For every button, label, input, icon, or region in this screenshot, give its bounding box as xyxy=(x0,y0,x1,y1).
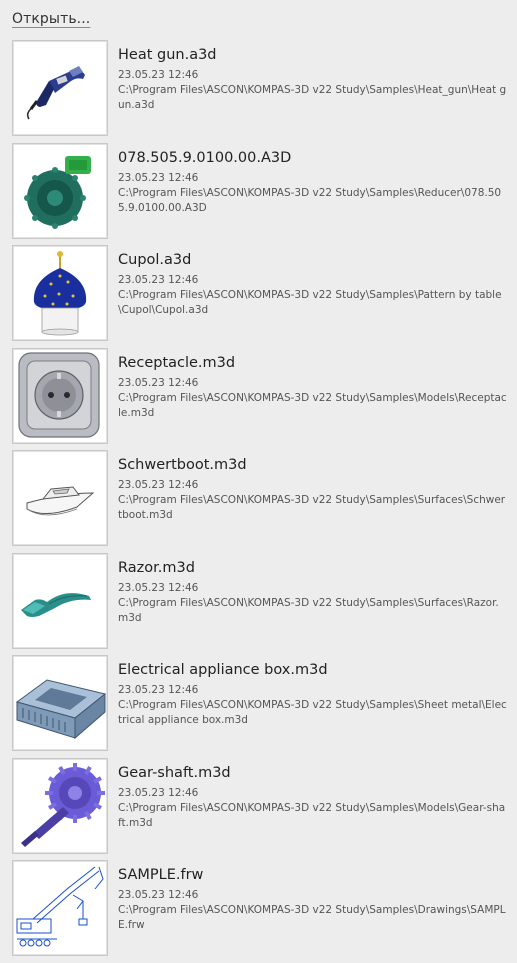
recent-files-list: Heat gun.a3d 23.05.23 12:46 C:\Program F… xyxy=(12,40,512,963)
file-date: 23.05.23 12:46 xyxy=(118,889,199,901)
file-name: Receptacle.m3d xyxy=(118,354,236,371)
file-path: C:\Program Files\ASCON\KOMPAS-3D v22 Stu… xyxy=(118,801,506,829)
heat-gun-thumbnail xyxy=(12,40,108,136)
razor-thumbnail xyxy=(12,552,108,649)
recent-file-item[interactable]: Cupol.a3d 23.05.23 12:46 C:\Program File… xyxy=(12,245,512,348)
file-date: 23.05.23 12:46 xyxy=(118,171,199,184)
recent-file-item[interactable]: Receptacle.m3d 23.05.23 12:46 C:\Program… xyxy=(12,347,512,451)
cupola-thumbnail xyxy=(12,245,108,341)
file-path: C:\Program Files\ASCON\KOMPAS-3D v22 Stu… xyxy=(118,186,502,214)
recent-file-item[interactable]: Razor.m3d 23.05.23 12:46 C:\Program File… xyxy=(12,552,512,656)
recent-file-item[interactable]: Heat gun.a3d 23.05.23 12:46 C:\Program F… xyxy=(12,40,512,143)
file-name: Electrical appliance box.m3d xyxy=(118,662,328,678)
file-path: C:\Program Files\ASCON\KOMPAS-3D v22 Stu… xyxy=(118,494,506,521)
file-date: 23.05.23 12:46 xyxy=(118,479,199,491)
file-path: C:\Program Files\ASCON\KOMPAS-3D v22 Stu… xyxy=(118,904,506,931)
appliance-box-thumbnail xyxy=(12,655,108,751)
file-name: Razor.m3d xyxy=(118,559,195,576)
drawing-thumbnail xyxy=(12,860,108,956)
file-name: Heat gun.a3d xyxy=(118,47,217,63)
file-path: C:\Program Files\ASCON\KOMPAS-3D v22 Stu… xyxy=(118,289,502,316)
recent-file-item[interactable]: Schwertboot.m3d 23.05.23 12:46 C:\Progra… xyxy=(12,450,512,553)
file-date: 23.05.23 12:46 xyxy=(118,376,199,389)
recent-file-item[interactable]: 078.505.9.0100.00.A3D 23.05.23 12:46 C:\… xyxy=(12,142,512,246)
recent-file-item[interactable]: Gear-shaft.m3d 23.05.23 12:46 C:\Program… xyxy=(12,757,512,861)
file-name: Cupol.a3d xyxy=(118,252,192,268)
reducer-thumbnail xyxy=(12,142,108,239)
file-path: C:\Program Files\ASCON\KOMPAS-3D v22 Stu… xyxy=(118,596,499,624)
file-path: C:\Program Files\ASCON\KOMPAS-3D v22 Stu… xyxy=(118,84,507,111)
gear-shaft-thumbnail xyxy=(12,757,108,854)
file-date: 23.05.23 12:46 xyxy=(118,274,199,286)
boat-thumbnail xyxy=(12,450,108,546)
file-name: Schwertboot.m3d xyxy=(118,457,247,473)
open-file-link[interactable]: Открыть... xyxy=(12,11,90,27)
file-name: 078.505.9.0100.00.A3D xyxy=(118,149,292,166)
file-date: 23.05.23 12:46 xyxy=(118,786,199,799)
file-name: SAMPLE.frw xyxy=(118,867,204,883)
recent-file-item[interactable]: SAMPLE.frw 23.05.23 12:46 C:\Program Fil… xyxy=(12,860,512,963)
file-date: 23.05.23 12:46 xyxy=(118,581,199,594)
file-date: 23.05.23 12:46 xyxy=(118,69,199,81)
file-path: C:\Program Files\ASCON\KOMPAS-3D v22 Stu… xyxy=(118,391,507,419)
file-name: Gear-shaft.m3d xyxy=(118,764,231,781)
file-path: C:\Program Files\ASCON\KOMPAS-3D v22 Stu… xyxy=(118,699,507,726)
recent-file-item[interactable]: Electrical appliance box.m3d 23.05.23 12… xyxy=(12,655,512,758)
receptacle-thumbnail xyxy=(12,347,108,444)
file-date: 23.05.23 12:46 xyxy=(118,684,199,696)
